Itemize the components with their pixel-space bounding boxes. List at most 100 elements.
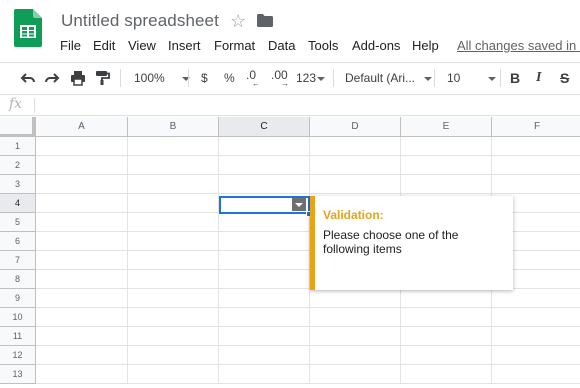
row-header-13[interactable]: 13 [0, 365, 36, 384]
menu-file[interactable]: File [60, 38, 81, 53]
row-header-9[interactable]: 9 [0, 289, 36, 308]
cell-a12[interactable] [36, 346, 128, 365]
increase-decimals-button[interactable]: .00 → [271, 60, 289, 90]
cell-b13[interactable] [128, 365, 219, 384]
row-header-11[interactable]: 11 [0, 327, 36, 346]
cell-b1[interactable] [128, 137, 219, 156]
undo-icon[interactable] [20, 70, 36, 86]
cell-d10[interactable] [310, 308, 401, 327]
cell-e1[interactable] [401, 137, 492, 156]
cell-e10[interactable] [401, 308, 492, 327]
cell-b3[interactable] [128, 175, 219, 194]
cell-b5[interactable] [128, 213, 219, 232]
font-size-select[interactable]: 10 [447, 63, 496, 93]
cell-e3[interactable] [401, 175, 492, 194]
cell-b8[interactable] [128, 270, 219, 289]
font-family-select[interactable]: Default (Ari... [345, 63, 433, 93]
cell-d11[interactable] [310, 327, 401, 346]
cell-c10[interactable] [219, 308, 310, 327]
cell-b11[interactable] [128, 327, 219, 346]
column-header-c[interactable]: C [219, 117, 310, 137]
column-header-b[interactable]: B [128, 117, 219, 137]
column-header-f[interactable]: F [492, 117, 580, 137]
cell-f12[interactable] [492, 346, 580, 365]
column-header-a[interactable]: A [36, 117, 128, 137]
menu-tools[interactable]: Tools [308, 38, 338, 53]
cell-a9[interactable] [36, 289, 128, 308]
cell-d1[interactable] [310, 137, 401, 156]
row-header-5[interactable]: 5 [0, 213, 36, 232]
cell-e12[interactable] [401, 346, 492, 365]
row-header-8[interactable]: 8 [0, 270, 36, 289]
menu-view[interactable]: View [128, 38, 156, 53]
cell-a7[interactable] [36, 251, 128, 270]
formula-input[interactable] [40, 95, 570, 115]
row-header-10[interactable]: 10 [0, 308, 36, 327]
cell-b2[interactable] [128, 156, 219, 175]
cell-c13[interactable] [219, 365, 310, 384]
cell-a5[interactable] [36, 213, 128, 232]
menu-insert[interactable]: Insert [168, 38, 201, 53]
select-all-corner[interactable] [0, 117, 36, 137]
zoom-select[interactable]: 100% [134, 63, 191, 93]
decrease-decimals-button[interactable]: .0 ← [246, 60, 260, 90]
cell-e13[interactable] [401, 365, 492, 384]
cell-f2[interactable] [492, 156, 580, 175]
star-icon[interactable]: ☆ [230, 10, 246, 32]
cell-e9[interactable] [401, 289, 492, 308]
cell-f1[interactable] [492, 137, 580, 156]
menu-data[interactable]: Data [268, 38, 295, 53]
cell-d2[interactable] [310, 156, 401, 175]
cell-c7[interactable] [219, 251, 310, 270]
cell-c12[interactable] [219, 346, 310, 365]
redo-icon[interactable] [44, 70, 60, 86]
paint-format-icon[interactable] [94, 70, 110, 86]
cell-c8[interactable] [219, 270, 310, 289]
print-icon[interactable] [70, 70, 86, 86]
cell-a3[interactable] [36, 175, 128, 194]
column-header-d[interactable]: D [310, 117, 401, 137]
cell-b10[interactable] [128, 308, 219, 327]
save-status-link[interactable]: All changes saved in D [457, 38, 580, 53]
cell-a4[interactable] [36, 194, 128, 213]
row-header-2[interactable]: 2 [0, 156, 36, 175]
row-header-1[interactable]: 1 [0, 137, 36, 156]
cell-a1[interactable] [36, 137, 128, 156]
cell-f9[interactable] [492, 289, 580, 308]
cell-c6[interactable] [219, 232, 310, 251]
menu-addons[interactable]: Add-ons [352, 38, 400, 53]
cell-b4[interactable] [128, 194, 219, 213]
row-header-3[interactable]: 3 [0, 175, 36, 194]
cell-a13[interactable] [36, 365, 128, 384]
row-header-6[interactable]: 6 [0, 232, 36, 251]
cell-c11[interactable] [219, 327, 310, 346]
cell-a2[interactable] [36, 156, 128, 175]
row-header-7[interactable]: 7 [0, 251, 36, 270]
cell-c2[interactable] [219, 156, 310, 175]
cell-d12[interactable] [310, 346, 401, 365]
google-sheets-logo[interactable] [14, 9, 42, 47]
row-header-4[interactable]: 4 [0, 194, 36, 213]
row-header-12[interactable]: 12 [0, 346, 36, 365]
cell-a11[interactable] [36, 327, 128, 346]
more-formats-button[interactable]: 123 [296, 63, 326, 93]
cell-a6[interactable] [36, 232, 128, 251]
cell-f3[interactable] [492, 175, 580, 194]
cell-f10[interactable] [492, 308, 580, 327]
cell-b6[interactable] [128, 232, 219, 251]
cell-b9[interactable] [128, 289, 219, 308]
menu-format[interactable]: Format [214, 38, 255, 53]
cell-a10[interactable] [36, 308, 128, 327]
cell-c5[interactable] [219, 213, 310, 232]
validation-dropdown-button[interactable] [292, 198, 306, 211]
cell-e11[interactable] [401, 327, 492, 346]
cell-c1[interactable] [219, 137, 310, 156]
cell-d13[interactable] [310, 365, 401, 384]
cell-d9[interactable] [310, 289, 401, 308]
folder-icon[interactable] [257, 14, 273, 27]
cell-a8[interactable] [36, 270, 128, 289]
column-header-e[interactable]: E [401, 117, 492, 137]
document-title[interactable]: Untitled spreadsheet [61, 11, 219, 31]
currency-format-button[interactable]: $ [201, 63, 208, 93]
cell-f11[interactable] [492, 327, 580, 346]
